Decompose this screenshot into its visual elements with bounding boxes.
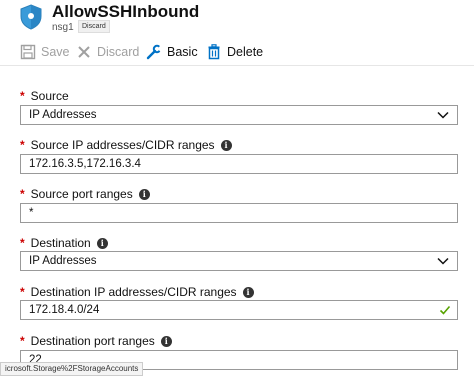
chevron-down-icon	[437, 111, 449, 119]
info-icon[interactable]: i	[96, 237, 108, 249]
destination-ips-input[interactable]: 172.18.4.0/24	[20, 300, 458, 320]
discard-tag[interactable]: Discard	[78, 20, 110, 33]
status-bar-url: icrosoft.Storage%2FStorageAccounts	[0, 362, 144, 376]
source-ports-input[interactable]: *	[20, 203, 458, 223]
blade-header: AllowSSHInbound nsg1 Discard	[0, 0, 474, 36]
page-title: AllowSSHInbound	[52, 2, 200, 21]
delete-label: Delete	[227, 45, 264, 59]
source-ips-input[interactable]: 172.16.3.5,172.16.3.4	[20, 154, 458, 174]
destination-ports-label-row: * Destination port ranges i	[20, 334, 172, 348]
chevron-down-icon	[437, 257, 449, 265]
source-ips-value: 172.16.3.5,172.16.3.4	[29, 158, 141, 170]
info-icon[interactable]: i	[242, 286, 254, 298]
required-asterisk: *	[20, 187, 25, 201]
source-ips-label: Source IP addresses/CIDR ranges	[30, 138, 215, 152]
required-asterisk: *	[20, 285, 25, 299]
checkmark-icon	[439, 305, 451, 315]
info-icon[interactable]: i	[138, 188, 150, 200]
destination-label: Destination	[30, 236, 91, 250]
save-label: Save	[41, 45, 70, 59]
trash-icon	[208, 44, 220, 60]
info-icon[interactable]: i	[160, 335, 172, 347]
source-ports-value: *	[29, 207, 34, 219]
destination-value: IP Addresses	[29, 255, 97, 267]
source-ips-label-row: * Source IP addresses/CIDR ranges i	[20, 138, 232, 152]
source-value: IP Addresses	[29, 109, 97, 121]
destination-ips-label: Destination IP addresses/CIDR ranges	[30, 285, 237, 299]
close-icon	[78, 46, 90, 58]
source-ports-label-row: * Source port ranges i	[20, 187, 150, 201]
source-label: Source	[30, 89, 69, 103]
info-icon[interactable]: i	[220, 139, 232, 151]
destination-ports-label: Destination port ranges	[30, 334, 155, 348]
source-select[interactable]: IP Addresses	[20, 105, 458, 125]
discard-label: Discard	[97, 45, 140, 59]
required-asterisk: *	[20, 138, 25, 152]
save-icon	[20, 44, 36, 60]
destination-ips-label-row: * Destination IP addresses/CIDR ranges i	[20, 285, 254, 299]
required-asterisk: *	[20, 334, 25, 348]
basic-button[interactable]: Basic	[146, 41, 198, 63]
save-button[interactable]: Save	[20, 41, 70, 63]
destination-label-row: * Destination i	[20, 236, 108, 250]
destination-select[interactable]: IP Addresses	[20, 251, 458, 271]
destination-ips-value: 172.18.4.0/24	[29, 304, 100, 316]
required-asterisk: *	[20, 89, 25, 103]
discard-button[interactable]: Discard	[76, 41, 139, 63]
page-subtitle: nsg1	[52, 22, 74, 33]
command-bar: Save Discard Basic Delete	[0, 38, 474, 66]
source-ports-label: Source port ranges	[30, 187, 133, 201]
delete-button[interactable]: Delete	[206, 41, 263, 63]
wrench-icon	[146, 44, 162, 60]
basic-label: Basic	[167, 45, 198, 59]
source-label-row: * Source	[20, 89, 69, 103]
required-asterisk: *	[20, 236, 25, 250]
shield-icon	[20, 4, 42, 30]
